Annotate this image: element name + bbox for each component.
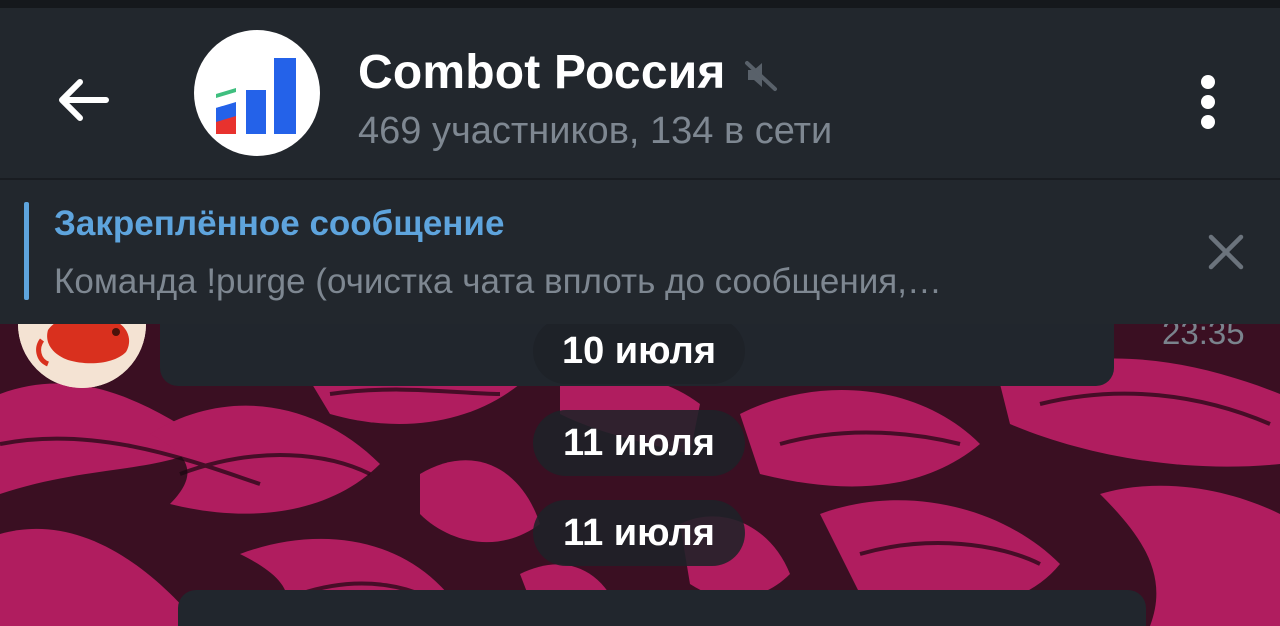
message-bubble[interactable] bbox=[178, 590, 1146, 626]
close-pinned-button[interactable] bbox=[1200, 226, 1252, 278]
pinned-message-bar[interactable]: Закреплённое сообщение Команда !purge (о… bbox=[0, 178, 1280, 324]
pinned-accent-line bbox=[24, 202, 29, 300]
pinned-text: Команда !purge (очистка чата вплоть до с… bbox=[54, 262, 942, 301]
date-chip: 11 июля bbox=[533, 500, 745, 566]
title-row[interactable]: Combot Россия bbox=[358, 44, 778, 100]
date-chip: 10 июля bbox=[533, 324, 745, 384]
more-options-button[interactable] bbox=[1180, 64, 1236, 140]
combot-logo-icon bbox=[216, 58, 296, 134]
chat-area[interactable]: 23:35 10 июля 11 июля 11 июля bbox=[0, 324, 1280, 626]
chat-subtitle: 469 участников, 134 в сети bbox=[358, 110, 833, 152]
back-button[interactable] bbox=[46, 62, 122, 138]
message-time: 23:35 bbox=[1162, 324, 1245, 351]
date-chip: 11 июля bbox=[533, 410, 745, 476]
muted-speaker-icon bbox=[744, 61, 777, 91]
group-avatar[interactable] bbox=[194, 30, 320, 156]
more-vertical-icon bbox=[1201, 75, 1215, 129]
pinned-title: Закреплённое сообщение bbox=[54, 204, 505, 243]
close-icon bbox=[1208, 234, 1244, 270]
chat-title: Combot Россия bbox=[358, 45, 726, 99]
chat-header: Combot Россия 469 участников, 134 в сети bbox=[0, 0, 1280, 178]
arrow-left-icon bbox=[59, 79, 109, 121]
